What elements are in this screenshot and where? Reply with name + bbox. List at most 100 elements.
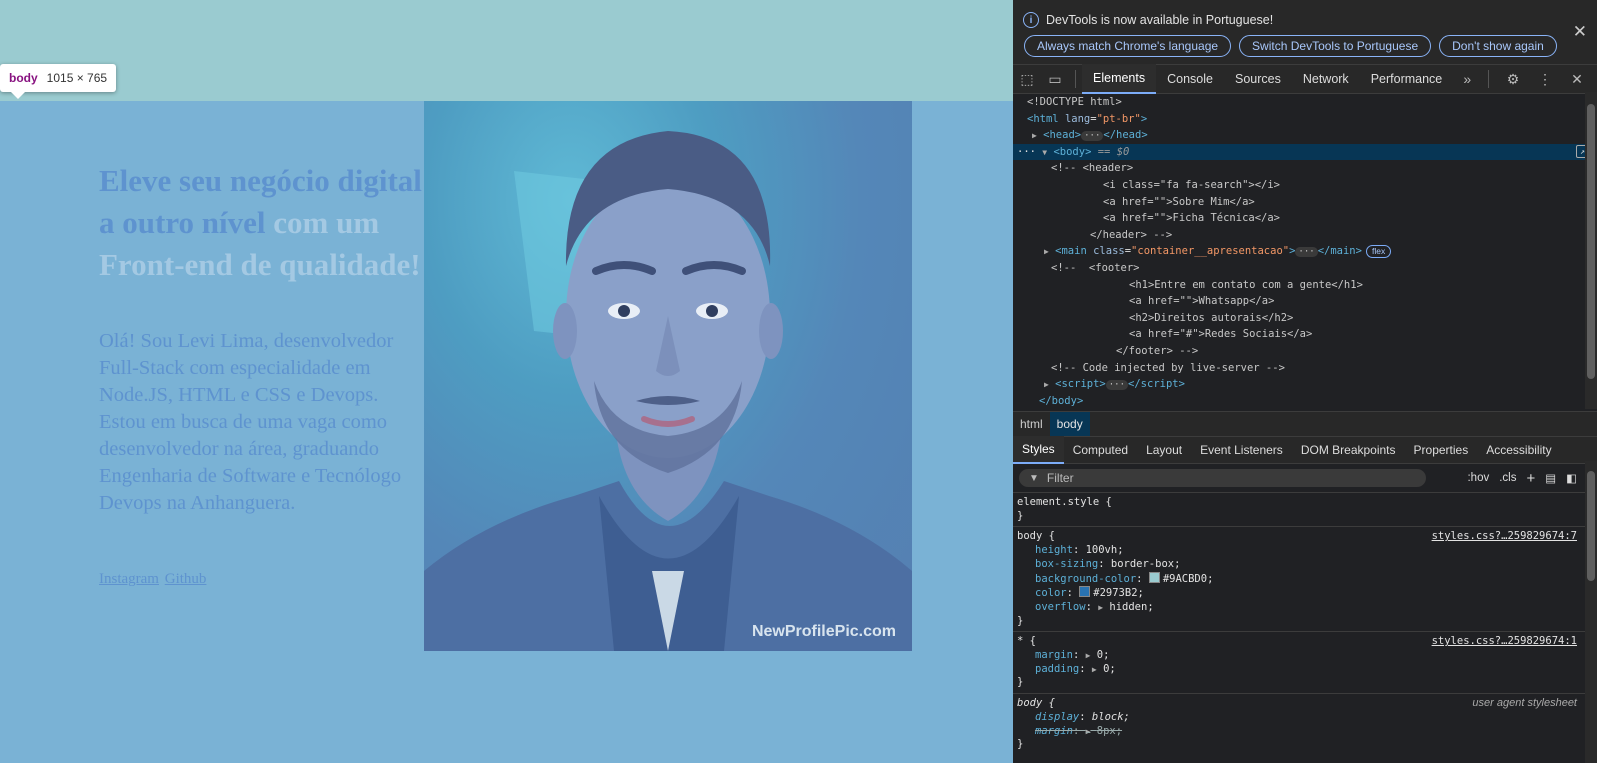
expand-shorthand-icon[interactable]: ▶ <box>1092 665 1097 674</box>
dom-tree-scrollbar[interactable] <box>1585 92 1597 409</box>
dom-tree-scroll-thumb[interactable] <box>1587 104 1595 379</box>
subtab-layout[interactable]: Layout <box>1137 437 1191 463</box>
styles-filter-input[interactable] <box>1044 470 1409 486</box>
element-style-selector[interactable]: element.style { <box>1017 496 1579 510</box>
dom-comment-line[interactable]: <i class="fa fa-search"></i> <box>1013 177 1597 194</box>
expand-head-icon[interactable]: ▶ <box>1032 131 1037 140</box>
tab-elements[interactable]: Elements <box>1082 64 1157 94</box>
dom-comment-line[interactable]: <!-- <header> <box>1013 160 1597 177</box>
subtab-event-listeners[interactable]: Event Listeners <box>1191 437 1292 463</box>
script-tag-name: script <box>1061 378 1100 391</box>
style-declaration[interactable]: padding: ▶ 0; <box>1017 663 1579 677</box>
dom-line-doctype[interactable]: <!DOCTYPE html> <box>1013 94 1597 111</box>
hov-toggle[interactable]: :hov <box>1467 472 1489 484</box>
style-declaration[interactable]: overflow: ▶ hidden; <box>1017 601 1579 615</box>
paint-brush-icon[interactable]: ▤ <box>1545 471 1556 485</box>
subtab-styles[interactable]: Styles <box>1013 436 1064 464</box>
rule-universal: styles.css?…259829674:1 * { margin: ▶ 0;… <box>1013 632 1597 695</box>
style-declaration[interactable]: margin: ▶ 0; <box>1017 649 1579 663</box>
styles-subtabs: Styles Computed Layout Event Listeners D… <box>1013 436 1597 464</box>
style-declaration[interactable]: height: 100vh; <box>1017 544 1579 558</box>
more-tabs-icon[interactable]: » <box>1453 71 1481 87</box>
main-class-value: "container__apresentacao" <box>1131 245 1290 258</box>
expand-main-icon[interactable]: ▶ <box>1044 247 1049 256</box>
flex-badge[interactable]: flex <box>1365 245 1392 259</box>
dom-line-head[interactable]: ▶ <head> ··· </head> <box>1013 127 1597 144</box>
new-style-rule-icon[interactable]: + <box>1526 470 1535 487</box>
devtools-main-toolbar: ⬚ ▭ Elements Console Sources Network Per… <box>1013 64 1597 94</box>
head-ellipsis-icon[interactable]: ··· <box>1081 131 1104 142</box>
expand-shorthand-icon[interactable]: ▶ <box>1086 651 1091 660</box>
rule-element-style: element.style { } <box>1013 493 1597 528</box>
styles-scroll-thumb[interactable] <box>1587 471 1595 581</box>
cls-toggle[interactable]: .cls <box>1499 472 1516 484</box>
head-tag-name: head <box>1049 129 1075 142</box>
settings-gear-icon[interactable]: ⚙ <box>1499 71 1527 88</box>
dom-comment-line[interactable]: <a href="">Whatsapp</a> <box>1013 293 1597 310</box>
device-toolbar-icon[interactable]: ▭ <box>1041 71 1069 88</box>
collapse-body-icon[interactable]: ▼ <box>1042 148 1047 157</box>
dom-line-body-selected[interactable]: ··· ▼ <body> == $0 ↗ <box>1013 143 1597 161</box>
tab-network[interactable]: Network <box>1292 65 1360 93</box>
dom-comment-line[interactable]: <a href="#">Redes Sociais</a> <box>1013 326 1597 343</box>
main-class-attr: class <box>1093 245 1125 258</box>
subtab-dom-breakpoints[interactable]: DOM Breakpoints <box>1292 437 1405 463</box>
infobar-text: DevTools is now available in Portuguese! <box>1046 13 1274 27</box>
switch-language-button[interactable]: Switch DevTools to Portuguese <box>1239 35 1432 57</box>
style-declaration[interactable]: color: #2973B2; <box>1017 586 1579 601</box>
filter-tools: :hov .cls + ▤ ◧ <box>1467 464 1577 492</box>
match-language-button[interactable]: Always match Chrome's language <box>1024 35 1232 57</box>
kebab-menu-icon[interactable]: ⋮ <box>1531 71 1559 88</box>
profile-portrait-illustration <box>424 131 912 651</box>
tab-sources[interactable]: Sources <box>1224 65 1292 93</box>
dom-comment-line[interactable]: </header> --> <box>1013 227 1597 244</box>
dom-line-main[interactable]: ▶ <main class="container__apresentacao">… <box>1013 243 1597 260</box>
subtab-computed[interactable]: Computed <box>1064 437 1137 463</box>
style-declaration[interactable]: background-color: #9ACBD0; <box>1017 571 1579 587</box>
expand-script-icon[interactable]: ▶ <box>1044 380 1049 389</box>
main-ellipsis-icon[interactable]: ··· <box>1295 247 1318 258</box>
subtab-accessibility[interactable]: Accessibility <box>1477 437 1560 463</box>
expand-shorthand-icon: ▶ <box>1085 726 1091 736</box>
head-close-tag: head <box>1116 129 1142 142</box>
rule-source-link[interactable]: styles.css?…259829674:7 <box>1432 530 1577 544</box>
property-value: #2973B2; <box>1093 587 1144 600</box>
dom-comment-line[interactable]: <a href="">Ficha Técnica</a> <box>1013 210 1597 227</box>
tab-console[interactable]: Console <box>1156 65 1224 93</box>
dom-comment-line[interactable]: <a href="">Sobre Mim</a> <box>1013 194 1597 211</box>
style-declaration[interactable]: box-sizing: border-box; <box>1017 558 1579 572</box>
breadcrumb-html[interactable]: html <box>1013 412 1050 436</box>
dom-comment-line[interactable]: <!-- Code injected by live-server --> <box>1013 360 1597 377</box>
styles-scrollbar[interactable] <box>1585 461 1597 763</box>
property-name: overflow <box>1035 600 1086 613</box>
breadcrumb-body[interactable]: body <box>1049 412 1090 436</box>
dom-line-body-close[interactable]: </body> <box>1013 393 1597 410</box>
toggle-sidebar-icon[interactable]: ◧ <box>1566 471 1577 485</box>
dont-show-again-button[interactable]: Don't show again <box>1439 35 1557 57</box>
dom-line-html[interactable]: <html lang="pt-br"> <box>1013 111 1597 128</box>
dom-comment-line[interactable]: <h1>Entre em contato com a gente</h1> <box>1013 277 1597 294</box>
expand-shorthand-icon[interactable]: ▶ <box>1098 603 1103 612</box>
row-actions-icon[interactable]: ··· <box>1017 146 1042 158</box>
dom-comment-line[interactable]: <h2>Direitos autorais</h2> <box>1013 310 1597 327</box>
body-close-tag: body <box>1051 394 1077 407</box>
property-value: border-box; <box>1110 557 1181 570</box>
overridden-declaration: margin: ▶ 8px; <box>1035 724 1123 737</box>
instagram-link[interactable]: Instagram <box>99 571 159 587</box>
dom-comment-line[interactable]: <!-- <footer> <box>1013 260 1597 277</box>
rule-source-link[interactable]: styles.css?…259829674:1 <box>1432 635 1577 649</box>
language-infobar: i DevTools is now available in Portugues… <box>1013 0 1597 65</box>
subtab-properties[interactable]: Properties <box>1405 437 1478 463</box>
property-value: 0; <box>1103 662 1116 675</box>
tab-performance[interactable]: Performance <box>1360 65 1454 93</box>
hero-description: Olá! Sou Levi Lima, desenvolvedor Full-S… <box>99 330 402 514</box>
github-link[interactable]: Github <box>165 571 207 587</box>
color-swatch-icon[interactable] <box>1079 586 1091 598</box>
dom-comment-line[interactable]: </footer> --> <box>1013 343 1597 360</box>
close-devtools-icon[interactable]: ✕ <box>1563 71 1591 88</box>
dom-line-script[interactable]: ▶ <script> ··· </script> <box>1013 376 1597 393</box>
inspect-element-icon[interactable]: ⬚ <box>1013 71 1041 88</box>
close-infobar-icon[interactable]: ✕ <box>1573 22 1587 42</box>
script-ellipsis-icon[interactable]: ··· <box>1105 380 1129 391</box>
color-swatch-icon[interactable] <box>1148 571 1160 583</box>
